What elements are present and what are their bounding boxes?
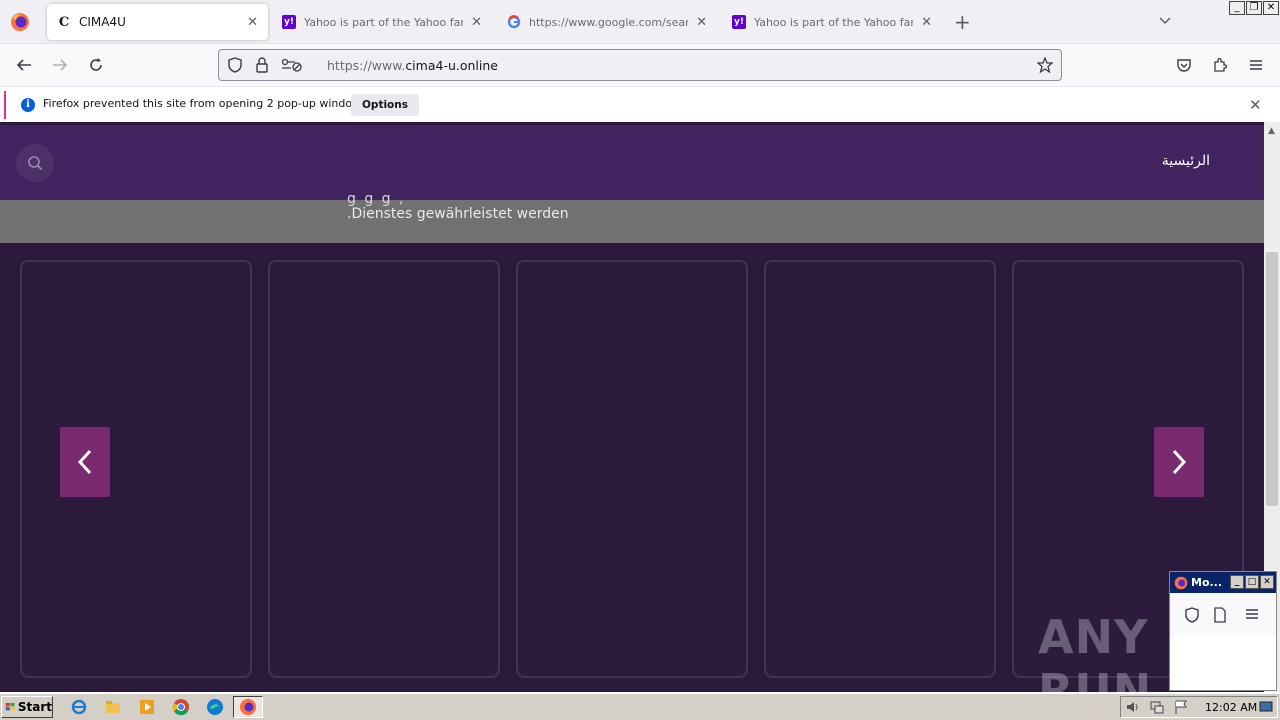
search-button[interactable] [16, 144, 54, 182]
tracking-shield-icon[interactable] [1184, 607, 1200, 623]
flag-icon[interactable] [1173, 699, 1189, 715]
system-tray: 12:02 AM [1120, 696, 1278, 718]
tab-title: Yahoo is part of the Yahoo family o [754, 15, 913, 29]
notice-text-clipped: g g g , [347, 191, 406, 207]
minimize-icon[interactable]: _ [1229, 1, 1245, 15]
lock-icon[interactable] [255, 57, 269, 73]
slider-card[interactable] [516, 260, 748, 678]
navigation-toolbar: https://www.cima4-u.online [0, 44, 1280, 86]
slider-card[interactable] [20, 260, 252, 678]
popup-blocked-notification: i Firefox prevented this site from openi… [0, 86, 1280, 122]
tab-close-icon[interactable]: ✕ [696, 15, 707, 30]
internet-explorer-icon[interactable] [70, 698, 88, 716]
restore-icon[interactable]: ❐ [1246, 1, 1262, 15]
start-label: Start [17, 700, 52, 714]
web-content: الرئيسية g g g , .Dienstes gewährleistet… [0, 122, 1264, 692]
taskbar-firefox-button[interactable] [233, 696, 263, 718]
extensions-icon[interactable] [1210, 55, 1230, 75]
yahoo-icon: y! [282, 15, 296, 29]
minimize-icon[interactable]: _ [1230, 575, 1244, 589]
cima-c-icon: C [58, 14, 70, 30]
yahoo-icon: y! [732, 15, 746, 29]
media-player-icon[interactable] [138, 698, 156, 716]
options-button[interactable]: Options [351, 94, 419, 116]
file-explorer-icon[interactable] [104, 698, 122, 716]
network-icon[interactable] [1149, 699, 1165, 715]
close-icon[interactable]: ✕ [1263, 1, 1279, 15]
chevron-down-icon[interactable] [1158, 14, 1172, 28]
tab-cima4u[interactable]: C CIMA4U ✕ [47, 4, 268, 40]
tab-yahoo-1[interactable]: y! Yahoo is part of the Yahoo family o ✕ [272, 4, 492, 40]
url-host: cima4-u.online [405, 58, 498, 73]
chevron-left-icon [77, 449, 92, 475]
reload-icon[interactable] [86, 55, 106, 75]
url-bar[interactable]: https://www.cima4-u.online [218, 49, 1062, 81]
notification-accent [4, 91, 6, 119]
close-icon[interactable]: ✕ [1260, 575, 1274, 589]
mini-window-toolbar [1170, 593, 1276, 635]
edge-icon[interactable] [206, 698, 224, 716]
mini-window-title: Mo... [1191, 576, 1223, 589]
tab-title: https://www.google.com/search?c [529, 15, 689, 29]
nav-home-link[interactable]: الرئيسية [1162, 153, 1210, 169]
page-icon[interactable] [1213, 607, 1227, 623]
tab-close-icon[interactable]: ✕ [921, 15, 932, 30]
chrome-icon[interactable] [172, 698, 190, 716]
slider-card[interactable] [764, 260, 996, 678]
app-menu-icon[interactable] [1245, 607, 1259, 621]
tab-google[interactable]: https://www.google.com/search?c ✕ [497, 4, 717, 40]
info-icon: i [21, 98, 35, 112]
new-tab-icon[interactable]: + [954, 12, 971, 32]
forward-icon[interactable] [50, 55, 70, 75]
window-controls: _ ❐ ✕ [1228, 1, 1279, 15]
mini-browser-window[interactable]: Mo... _ □ ✕ [1169, 571, 1277, 691]
scroll-up-icon[interactable]: ▲ [1268, 126, 1275, 136]
app-menu-icon[interactable] [1246, 55, 1266, 75]
volume-icon[interactable] [1125, 699, 1141, 715]
close-icon[interactable]: ✕ [1249, 96, 1262, 114]
notice-band: g g g , .Dienstes gewährleistet werden [0, 191, 1264, 243]
show-desktop-icon[interactable] [1259, 700, 1273, 714]
tab-title: Yahoo is part of the Yahoo family o [304, 15, 463, 29]
tab-strip: C CIMA4U ✕ y! Yahoo is part of the Yahoo… [0, 0, 1280, 44]
tab-yahoo-2[interactable]: y! Yahoo is part of the Yahoo family o ✕ [722, 4, 942, 40]
url-text[interactable]: https://www.cima4-u.online [327, 58, 498, 73]
tracking-shield-icon[interactable] [227, 57, 243, 73]
google-icon [507, 15, 521, 29]
url-prefix: https://www. [327, 58, 406, 73]
firefox-icon [1174, 576, 1188, 589]
permissions-icon[interactable] [281, 57, 303, 73]
scroll-thumb[interactable] [1266, 252, 1278, 506]
slider-next-button[interactable] [1154, 427, 1204, 497]
tab-title: CIMA4U [79, 15, 126, 29]
notification-message: Firefox prevented this site from opening… [43, 97, 371, 110]
mini-window-controls: _ □ ✕ [1229, 575, 1274, 589]
notice-text: .Dienstes gewährleistet werden [347, 206, 569, 222]
windows-logo-icon [5, 702, 15, 711]
slider-card[interactable] [268, 260, 500, 678]
tab-close-icon[interactable]: ✕ [247, 15, 258, 30]
firefox-menu-icon[interactable] [10, 12, 30, 32]
chevron-right-icon [1172, 449, 1187, 475]
taskbar-clock[interactable]: 12:02 AM [1205, 701, 1257, 714]
pocket-icon[interactable] [1174, 55, 1194, 75]
search-icon [28, 156, 43, 171]
tab-close-icon[interactable]: ✕ [471, 15, 482, 30]
maximize-icon[interactable]: □ [1245, 575, 1259, 589]
start-button[interactable]: Start [1, 696, 53, 718]
site-header: الرئيسية [0, 125, 1264, 200]
bookmark-star-icon[interactable] [1037, 57, 1053, 73]
back-icon[interactable] [14, 55, 34, 75]
slider-prev-button[interactable] [60, 427, 110, 497]
mini-window-titlebar[interactable]: Mo... _ □ ✕ [1170, 572, 1276, 593]
windows-taskbar: Start 12:02 AM [0, 692, 1280, 720]
firefox-icon [239, 698, 257, 716]
